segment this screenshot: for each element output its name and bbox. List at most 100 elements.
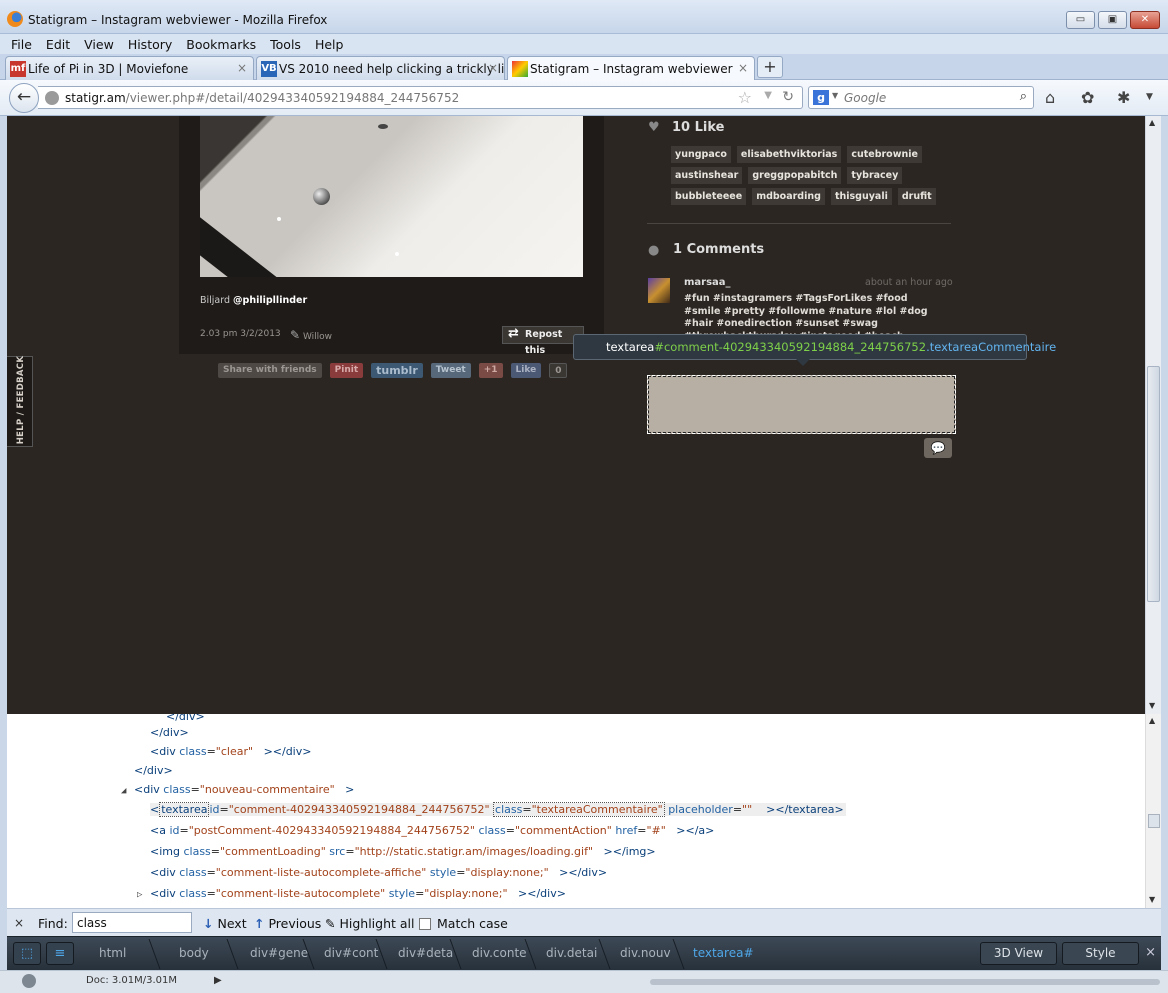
node-div-autocomplete-affiche[interactable]: <div class="comment-liste-autocomplete-a…	[150, 866, 607, 879]
search-icon[interactable]: ⌕	[1020, 89, 1027, 104]
node-div-autocomplete[interactable]: <div class="comment-liste-autocomplete" …	[150, 887, 566, 900]
tab-label: VS 2010 need help clicking a trickly lil…	[279, 62, 505, 76]
devtools-close-button[interactable]: ×	[1145, 945, 1156, 960]
scroll-down-icon[interactable]: ▼	[1149, 895, 1155, 904]
tab-close-icon[interactable]: ×	[488, 61, 498, 75]
like-user[interactable]: austinshear	[671, 167, 743, 184]
like-user[interactable]: thisguyali	[830, 188, 892, 205]
menu-view[interactable]: View	[84, 37, 114, 52]
breadcrumb-div-nouv[interactable]: div.nouv	[620, 946, 671, 960]
node-textarea-selected[interactable]: < textarea id="comment-402943340592194884_…	[150, 802, 846, 817]
find-bar: × Find: class ↓ Next ↑ Previous ✎ Highlight…	[7, 908, 1161, 936]
menu-file[interactable]: File	[11, 37, 32, 52]
breadcrumb-textarea[interactable]: textarea#	[693, 946, 754, 960]
tumblr-button[interactable]: tumblr	[371, 363, 423, 378]
like-user[interactable]: tybracey	[847, 167, 903, 184]
post-photo[interactable]	[200, 116, 583, 277]
pinit-button[interactable]: Pinit	[329, 363, 364, 378]
status-icon[interactable]	[22, 974, 36, 988]
status-arrow-icon[interactable]: ▶	[214, 975, 222, 986]
status-resize-grip	[650, 979, 1160, 985]
reload-icon[interactable]: ↻	[782, 89, 794, 105]
like-user[interactable]: greggpopabitch	[748, 167, 842, 184]
google-icon[interactable]: g	[813, 90, 829, 105]
comment-textarea[interactable]	[647, 375, 956, 434]
like-user[interactable]: mdboarding	[752, 188, 825, 205]
search-engine-dropdown-icon[interactable]: ▼	[832, 91, 838, 100]
find-next-button[interactable]: ↓ Next	[203, 916, 247, 931]
inspect-element-icon[interactable]: ⬚	[13, 942, 41, 965]
menu-history[interactable]: History	[128, 37, 172, 52]
window-title: Statigram – Instagram webviewer - Mozill…	[28, 13, 328, 27]
home-icon[interactable]: ⌂	[1045, 88, 1055, 107]
search-box[interactable]: g ▼ Google ⌕	[808, 86, 1034, 109]
collapse-toggle-icon[interactable]: ◢	[121, 786, 126, 796]
like-user[interactable]: cutebrownie	[847, 146, 922, 163]
scroll-up-icon[interactable]: ▲	[1149, 716, 1155, 725]
tab-close-icon[interactable]: ×	[738, 61, 748, 75]
firebug-menu-icon[interactable]: ▼	[1146, 92, 1153, 102]
find-previous-button[interactable]: ↑ Previous	[254, 916, 321, 931]
tab-label: Life of Pi in 3D | Moviefone	[28, 62, 189, 76]
facebook-like-button[interactable]: Like	[510, 363, 542, 378]
like-user[interactable]: elisabethviktorias	[736, 146, 842, 163]
url-bar[interactable]: statigr.am/viewer.php#/detail/4029433405…	[38, 86, 803, 109]
back-button[interactable]: ←	[9, 83, 39, 113]
inspector-scrollbar[interactable]: ▲ ▼	[1145, 714, 1161, 908]
tweet-button[interactable]: Tweet	[430, 363, 471, 378]
close-window-button[interactable]: ✕	[1130, 11, 1160, 29]
like-user[interactable]: yungpaco	[671, 146, 731, 163]
search-input[interactable]: Google	[844, 91, 886, 105]
vbforums-favicon-icon: VB	[261, 61, 277, 77]
firebug-icon[interactable]: ✱	[1117, 88, 1130, 107]
tab-moviefone[interactable]: mf Life of Pi in 3D | Moviefone ×	[5, 56, 254, 80]
help-feedback-tab[interactable]: HELP / FEEDBACK	[7, 356, 33, 447]
scrollbar-thumb[interactable]	[1147, 366, 1160, 602]
node-div-clear[interactable]: <div class="clear" ></div>	[150, 745, 311, 758]
menu-tools[interactable]: Tools	[270, 37, 301, 52]
post-comment-button[interactable]: 💬	[924, 438, 952, 458]
node-img-commentloading[interactable]: <img class="commentLoading" src="http://…	[150, 845, 656, 858]
expand-toggle-icon[interactable]: ▷	[137, 890, 142, 900]
breadcrumb-body[interactable]: body	[179, 946, 209, 960]
billiard-ball	[313, 188, 330, 205]
addon-icon[interactable]: ✿	[1081, 88, 1094, 107]
history-dropdown-icon[interactable]: ▼	[764, 90, 772, 101]
heart-icon: ♥	[648, 120, 660, 135]
tab-close-icon[interactable]: ×	[237, 61, 247, 75]
style-button[interactable]: Style	[1062, 942, 1139, 965]
menu-edit[interactable]: Edit	[46, 37, 70, 52]
like-user[interactable]: drufit	[897, 188, 936, 205]
menu-bookmarks[interactable]: Bookmarks	[186, 37, 256, 52]
node-div-nouveau-commentaire[interactable]: <div class="nouveau-commentaire" >	[134, 783, 354, 796]
restore-button[interactable]: ▣	[1098, 11, 1127, 29]
highlight-all-button[interactable]: ✎ Highlight all	[325, 916, 415, 931]
avatar[interactable]	[648, 278, 670, 303]
gplus-button[interactable]: +1	[478, 363, 503, 378]
scrollbar-thumb[interactable]	[1148, 814, 1160, 828]
scroll-up-icon[interactable]: ▲	[1149, 118, 1155, 127]
menu-help[interactable]: Help	[315, 37, 344, 52]
breadcrumb-div-detai[interactable]: div.detai	[546, 946, 597, 960]
site-identity-icon[interactable]	[45, 91, 59, 105]
3d-view-button[interactable]: 3D View	[980, 942, 1057, 965]
minimize-button[interactable]: ▭	[1066, 11, 1095, 29]
repost-button[interactable]: Repost this	[502, 326, 584, 356]
find-close-button[interactable]: ×	[14, 916, 24, 930]
page-scrollbar[interactable]: ▲ ▼	[1145, 116, 1161, 714]
like-user[interactable]: bubbleteeee	[671, 188, 747, 205]
node-a-postcomment[interactable]: <a id="postComment-402943340592194884_24…	[150, 824, 714, 837]
share-with-friends-button[interactable]: Share with friends	[218, 363, 322, 378]
match-case-checkbox[interactable]: Match case	[419, 916, 508, 931]
tab-statigram[interactable]: Statigram – Instagram webviewer ×	[507, 56, 755, 81]
breadcrumb-html[interactable]: html	[99, 946, 126, 960]
caption-user-link[interactable]: @philipllinder	[233, 295, 307, 306]
firefox-logo-icon	[7, 11, 23, 27]
find-input[interactable]: class	[72, 912, 192, 933]
bookmark-star-icon[interactable]: ☆	[738, 88, 752, 107]
tab-vs2010[interactable]: VB VS 2010 need help clicking a trickly …	[256, 56, 505, 80]
new-tab-button[interactable]: +	[757, 56, 783, 78]
comment-user[interactable]: marsaa_	[684, 277, 731, 288]
scroll-down-icon[interactable]: ▼	[1149, 701, 1155, 710]
markup-panel-icon[interactable]: ≡	[46, 942, 74, 965]
